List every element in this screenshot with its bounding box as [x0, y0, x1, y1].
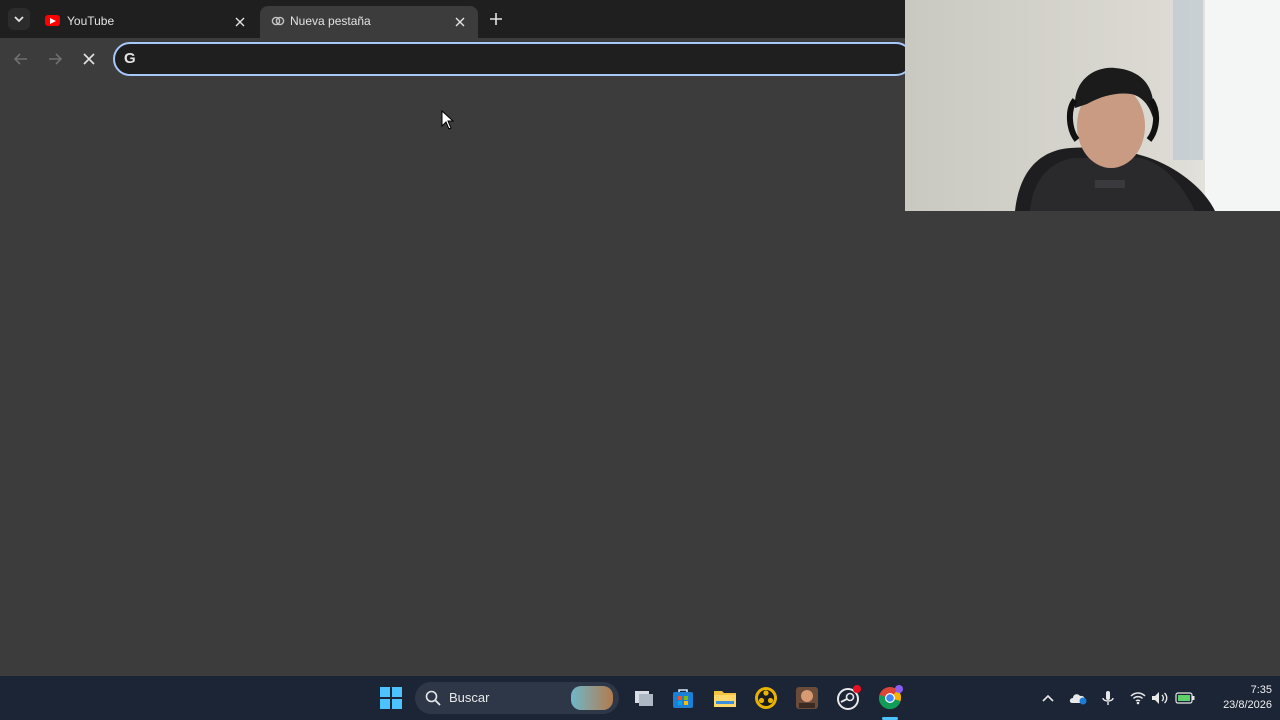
address-bar[interactable]: G — [113, 42, 913, 76]
chrome-icon[interactable] — [874, 682, 906, 714]
battery-icon[interactable] — [1175, 688, 1195, 708]
windows-start-icon[interactable] — [375, 682, 407, 714]
system-clock[interactable]: 7:35 23/8/2026 — [1202, 683, 1272, 713]
mouse-cursor-icon — [441, 110, 455, 130]
tab-youtube[interactable]: YouTube — [36, 6, 258, 38]
arrow-right-icon — [49, 53, 62, 65]
obs-icon[interactable] — [750, 682, 782, 714]
address-input[interactable] — [145, 48, 885, 70]
search-label: Buscar — [449, 690, 490, 705]
close-icon — [83, 53, 95, 65]
taskbar-search[interactable]: Buscar — [415, 682, 619, 714]
chevron-down-icon — [14, 16, 24, 23]
tab-title: Nueva pestaña — [290, 14, 371, 28]
wifi-icon[interactable] — [1128, 688, 1148, 708]
forward-button[interactable] — [44, 48, 66, 70]
volume-icon[interactable] — [1150, 688, 1170, 708]
game-icon[interactable] — [791, 682, 823, 714]
tab-title: YouTube — [67, 14, 115, 28]
close-tab-icon[interactable] — [232, 14, 248, 30]
back-button[interactable] — [10, 48, 32, 70]
new-tab-button[interactable] — [486, 9, 506, 29]
chevron-up-icon[interactable] — [1038, 688, 1058, 708]
new-tab-icon — [271, 16, 285, 26]
tab-search-button[interactable] — [8, 8, 30, 30]
webcam-image — [905, 0, 1280, 211]
onedrive-icon[interactable] — [1068, 688, 1088, 708]
stop-loading-button[interactable] — [78, 48, 100, 70]
close-tab-icon[interactable] — [452, 14, 468, 30]
youtube-icon — [45, 15, 60, 26]
microphone-icon[interactable] — [1098, 688, 1118, 708]
plus-icon — [490, 13, 502, 25]
task-view-icon[interactable] — [628, 682, 660, 714]
tab-nueva-pestana[interactable]: Nueva pestaña — [260, 6, 478, 38]
search-highlight-image — [571, 686, 613, 710]
microsoft-store-icon[interactable] — [667, 682, 699, 714]
taskbar: Buscar 7:35 23/8/2026 — [0, 676, 1280, 720]
google-icon: G — [124, 50, 136, 67]
clock-date: 23/8/2026 — [1223, 699, 1272, 711]
arrow-left-icon — [14, 53, 27, 65]
clock-time: 7:35 — [1250, 684, 1272, 696]
steam-icon[interactable] — [832, 682, 864, 714]
webcam-overlay — [905, 0, 1280, 211]
search-icon — [425, 690, 441, 706]
file-explorer-icon[interactable] — [709, 682, 741, 714]
